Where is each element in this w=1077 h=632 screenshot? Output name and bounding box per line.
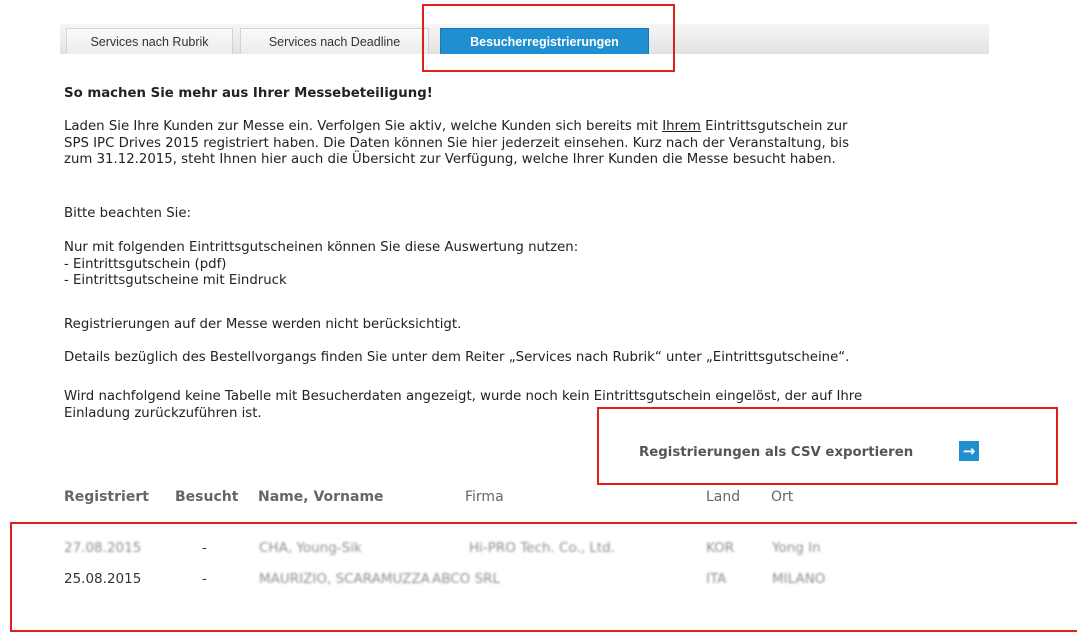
voucher-item: - Eintrittsgutscheine mit Eindruck xyxy=(64,273,287,288)
highlight-box-rows xyxy=(10,522,1077,632)
column-header-firma[interactable]: Firma xyxy=(465,489,504,505)
page-headline: So machen Sie mehr aus Ihrer Messebeteil… xyxy=(64,86,433,101)
voucher-item: - Eintrittsgutschein (pdf) xyxy=(64,256,227,272)
csv-export-link[interactable]: Registrierungen als CSV exportieren xyxy=(639,445,913,460)
highlight-box-tab xyxy=(422,4,675,72)
intro-text: Eintrittsgutschein zur xyxy=(700,119,848,134)
column-header-name[interactable]: Name, Vorname xyxy=(258,489,384,505)
tab-services-nach-deadline[interactable]: Services nach Deadline xyxy=(240,28,429,54)
arrow-right-icon[interactable]: → xyxy=(959,441,979,461)
intro-line-3: zum 31.12.2015, steht Ihnen hier auch di… xyxy=(64,152,836,167)
not-considered-text: Registrierungen auf der Messe werden nic… xyxy=(64,317,462,332)
column-header-ort[interactable]: Ort xyxy=(771,489,793,505)
voucher-list: Nur mit folgenden Eintrittsgutscheinen k… xyxy=(64,240,984,290)
column-header-registriert[interactable]: Registriert xyxy=(64,489,149,505)
intro-paragraph: Laden Sie Ihre Kunden zur Messe ein. Ver… xyxy=(64,119,984,169)
column-header-land[interactable]: Land xyxy=(706,489,740,505)
table-header: Registriert Besucht Name, Vorname Firma … xyxy=(0,489,1077,511)
intro-text: Laden Sie Ihre Kunden zur Messe ein. Ver… xyxy=(64,119,663,134)
underlined-word: Ihrem xyxy=(662,119,701,134)
note-heading: Bitte beachten Sie: xyxy=(64,206,192,221)
details-text: Details bezüglich des Bestellvorgangs fi… xyxy=(64,350,850,365)
intro-line-2: SPS IPC Drives 2015 registriert haben. D… xyxy=(64,135,850,151)
no-table-line-1: Wird nachfolgend keine Tabelle mit Besuc… xyxy=(64,389,863,404)
voucher-intro: Nur mit folgenden Eintrittsgutscheinen k… xyxy=(64,240,579,255)
tab-services-nach-rubrik[interactable]: Services nach Rubrik xyxy=(66,28,233,54)
column-header-besucht[interactable]: Besucht xyxy=(175,489,238,505)
intro-line-1: Laden Sie Ihre Kunden zur Messe ein. Ver… xyxy=(64,119,984,136)
